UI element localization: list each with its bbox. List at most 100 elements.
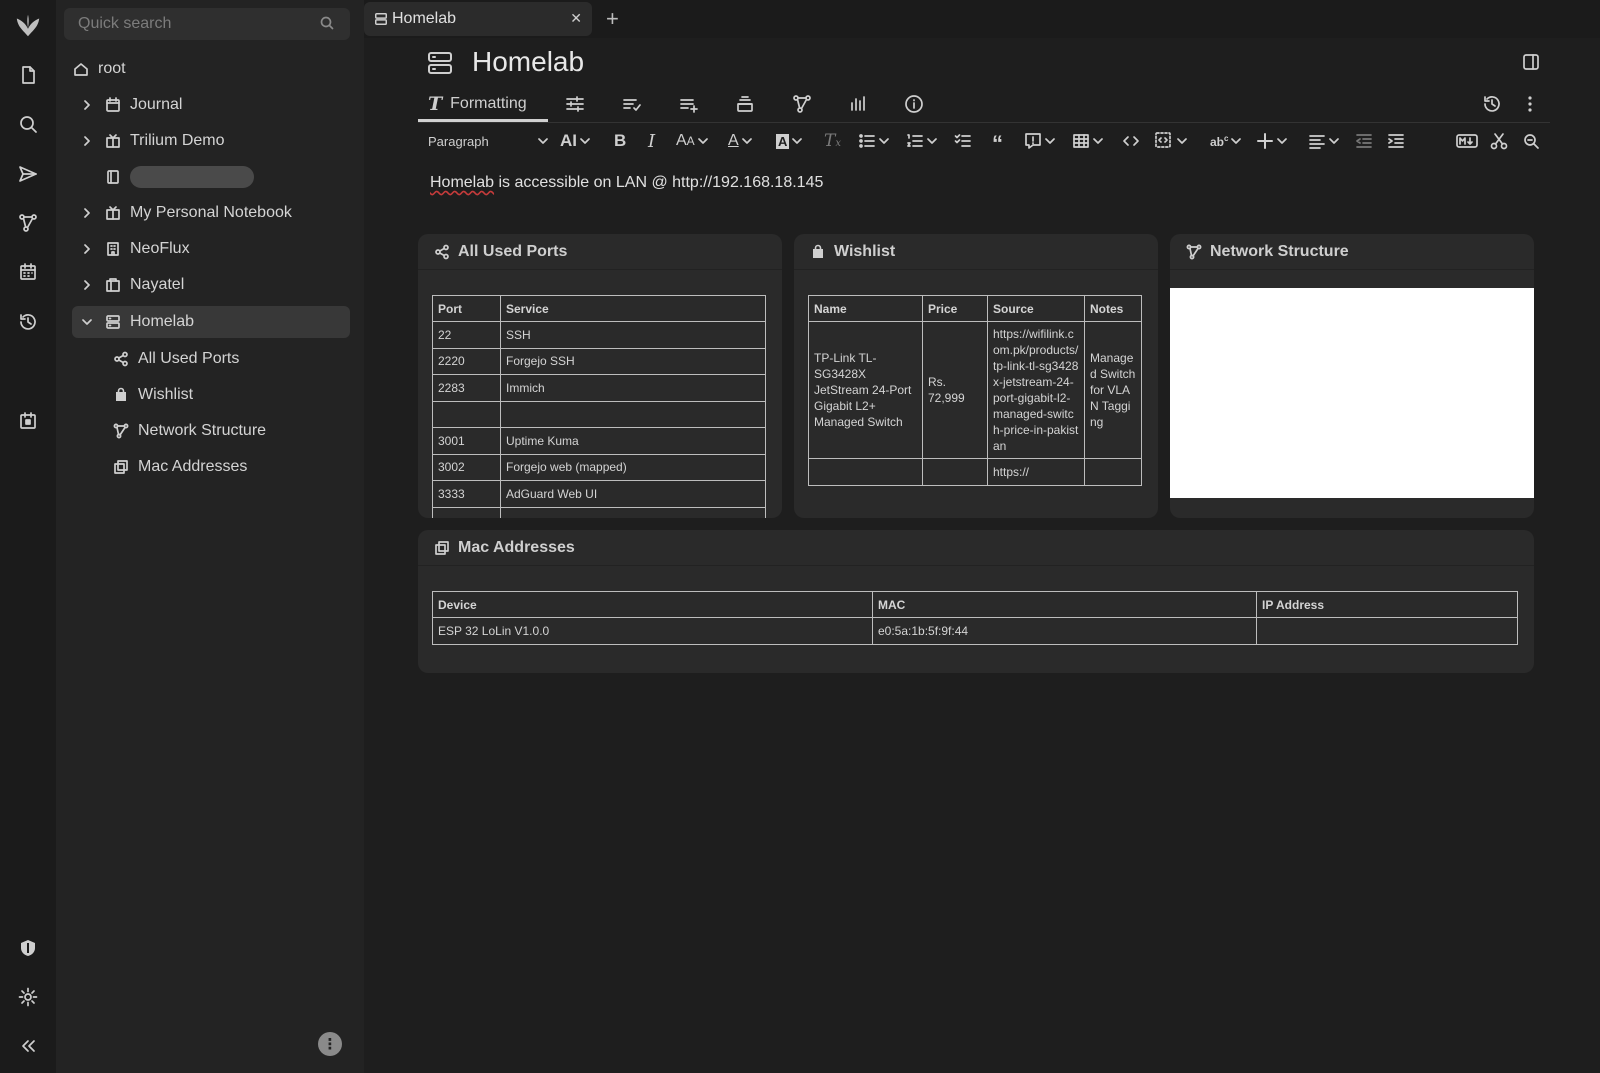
table-cell[interactable]: 22: [432, 321, 501, 349]
table-cell[interactable]: [808, 458, 923, 486]
table-cell[interactable]: [500, 400, 766, 428]
send-icon[interactable]: [14, 160, 42, 188]
wishlist-table[interactable]: Name Price Source Notes TP-Link TL-SG342…: [808, 295, 1142, 486]
table-cell[interactable]: [432, 506, 501, 518]
background-color-dropdown[interactable]: A: [776, 128, 803, 154]
quick-search-input[interactable]: [64, 8, 350, 40]
relation-map-icon[interactable]: [14, 209, 42, 237]
close-tab-icon[interactable]: ✕: [570, 10, 582, 27]
insert-table-dropdown[interactable]: [1072, 128, 1103, 154]
font-size-dropdown[interactable]: AI: [560, 128, 590, 154]
tree-item-redacted[interactable]: [80, 161, 350, 193]
table-cell[interactable]: Forgejo web (mapped): [500, 453, 766, 481]
todo-list-button[interactable]: [954, 128, 972, 154]
special-characters-dropdown[interactable]: abc: [1210, 128, 1242, 154]
calendar-icon[interactable]: [14, 258, 42, 286]
server-icon[interactable]: [427, 50, 453, 76]
table-cell[interactable]: Uptime Kuma: [500, 427, 766, 455]
block-quote-button[interactable]: “: [992, 128, 1003, 155]
column-header[interactable]: Port: [432, 295, 501, 322]
column-header[interactable]: Service: [500, 295, 766, 322]
bold-button[interactable]: B: [614, 128, 626, 154]
mac-addresses-table[interactable]: Device MAC IP Address ESP 32 LoLin V1.0.…: [432, 591, 1518, 645]
table-cell[interactable]: Immich: [500, 374, 766, 402]
settings-gear-icon[interactable]: [14, 983, 42, 1011]
font-color-dropdown[interactable]: A: [728, 128, 752, 154]
note-title[interactable]: Homelab: [472, 46, 584, 78]
tree-item-neoflux[interactable]: NeoFlux: [80, 233, 350, 265]
tree-item-my-personal-notebook[interactable]: My Personal Notebook: [80, 197, 350, 229]
shield-icon[interactable]: [14, 934, 42, 962]
table-cell[interactable]: 3333: [432, 480, 501, 508]
table-cell[interactable]: TP-Link TL-SG3428X JetStream 24-Port Gig…: [808, 321, 923, 459]
new-tab-button[interactable]: +: [606, 6, 619, 32]
column-header[interactable]: Name: [808, 295, 923, 322]
tree-item-homelab[interactable]: Homelab: [72, 306, 350, 338]
search-icon[interactable]: [14, 110, 42, 138]
find-replace-button[interactable]: [1522, 128, 1540, 154]
included-note-wishlist[interactable]: Wishlist Name Price Source Notes TP-Link…: [794, 234, 1158, 518]
italic-button[interactable]: I: [648, 128, 655, 154]
tree-item-journal[interactable]: Journal: [80, 89, 350, 121]
table-cell[interactable]: SSH: [500, 321, 766, 349]
table-cell[interactable]: e0:5a:1b:5f:9f:44: [872, 617, 1257, 645]
card-header[interactable]: All Used Ports: [418, 234, 782, 270]
table-cell[interactable]: Rs. 72,999: [922, 321, 988, 459]
numbered-list-dropdown[interactable]: [906, 128, 937, 154]
table-cell[interactable]: Forgejo SSH: [500, 347, 766, 375]
tree-item-mac-addresses[interactable]: Mac Addresses: [112, 451, 342, 483]
table-cell[interactable]: 2283: [432, 374, 501, 402]
new-note-icon[interactable]: [14, 61, 42, 89]
note-paragraph[interactable]: Homelab is accessible on LAN @ http://19…: [430, 174, 823, 192]
indent-button[interactable]: [1387, 128, 1405, 154]
bulleted-list-dropdown[interactable]: [858, 128, 889, 154]
column-header[interactable]: Device: [432, 591, 873, 618]
chevron-down-icon[interactable]: [80, 317, 94, 327]
card-header[interactable]: Network Structure: [1170, 234, 1534, 270]
tree-item-nayatel[interactable]: Nayatel: [80, 269, 350, 301]
ports-table[interactable]: Port Service 22 SSH 2220 Forgejo SSH 2283 I…: [432, 295, 766, 518]
text-case-dropdown[interactable]: AA: [676, 128, 708, 154]
tree-item-trilium-demo[interactable]: Trilium Demo: [80, 125, 350, 157]
ribbon-tab-archive-icon[interactable]: [735, 90, 755, 118]
insert-dropdown[interactable]: [1256, 128, 1287, 154]
collapse-sidebar-icon[interactable]: [14, 1032, 42, 1060]
ribbon-tab-stats-icon[interactable]: [848, 90, 868, 118]
remove-format-button[interactable]: Tx: [824, 128, 841, 154]
table-cell[interactable]: [432, 400, 501, 428]
ribbon-tab-options-icon[interactable]: [565, 90, 585, 118]
tree-item-root[interactable]: root: [72, 53, 342, 85]
card-header[interactable]: Wishlist: [794, 234, 1158, 270]
markdown-import-button[interactable]: [1456, 128, 1478, 154]
column-header[interactable]: Notes: [1084, 295, 1142, 322]
ribbon-tab-formatting[interactable]: T Formatting: [428, 90, 527, 118]
tab-homelab[interactable]: Homelab ✕: [364, 2, 592, 36]
tree-item-wishlist[interactable]: Wishlist: [112, 379, 342, 411]
admonition-dropdown[interactable]: [1024, 128, 1055, 154]
table-cell[interactable]: 2220: [432, 347, 501, 375]
included-note-all-used-ports[interactable]: All Used Ports Port Service 22 SSH 2220 Fo…: [418, 234, 782, 518]
table-cell[interactable]: [922, 458, 988, 486]
table-cell[interactable]: [500, 506, 766, 518]
table-cell[interactable]: Managed Switch for VLAN Tagging: [1084, 321, 1142, 459]
table-cell[interactable]: ESP 32 LoLin V1.0.0: [432, 617, 873, 645]
column-header[interactable]: IP Address: [1256, 591, 1518, 618]
toggle-right-pane-icon[interactable]: [1522, 53, 1540, 71]
note-revisions-icon[interactable]: [1482, 90, 1502, 118]
table-cell[interactable]: https://: [987, 458, 1085, 486]
table-cell[interactable]: [1256, 617, 1518, 645]
note-actions-menu-icon[interactable]: [1526, 90, 1534, 118]
inline-code-button[interactable]: [1122, 128, 1140, 154]
ribbon-tab-edit-list-icon[interactable]: [622, 90, 642, 118]
trilium-logo-icon[interactable]: [14, 12, 42, 40]
cut-to-note-button[interactable]: [1490, 128, 1508, 154]
sidebar-menu-button[interactable]: ⋮: [318, 1032, 342, 1056]
code-block-dropdown[interactable]: [1154, 128, 1187, 154]
ribbon-tab-add-list-icon[interactable]: [679, 90, 699, 118]
tree-item-network-structure[interactable]: Network Structure: [112, 415, 342, 447]
today-calendar-icon[interactable]: [14, 407, 42, 435]
column-header[interactable]: MAC: [872, 591, 1257, 618]
alignment-dropdown[interactable]: [1308, 128, 1339, 154]
included-note-mac-addresses[interactable]: Mac Addresses Device MAC IP Address ESP …: [418, 530, 1534, 673]
chevron-right-icon[interactable]: [80, 136, 94, 146]
